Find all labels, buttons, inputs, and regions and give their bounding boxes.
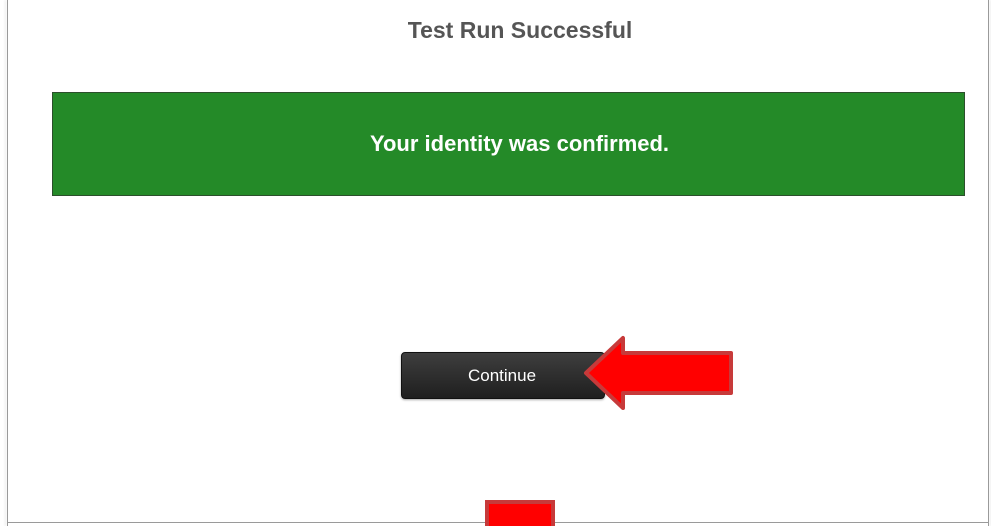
continue-button[interactable]: Continue (401, 352, 605, 399)
red-arrow-down-icon (485, 500, 555, 526)
red-arrow-left-icon (584, 336, 733, 410)
success-message: Your identity was confirmed. (369, 131, 670, 156)
page-title: Test Run Successful (407, 17, 633, 43)
frame-border-right (988, 0, 989, 526)
success-banner: Your identity was confirmed. (52, 92, 965, 196)
dialog-frame: Test Run Successful Your identity was co… (0, 0, 991, 526)
frame-border-left (7, 0, 8, 526)
